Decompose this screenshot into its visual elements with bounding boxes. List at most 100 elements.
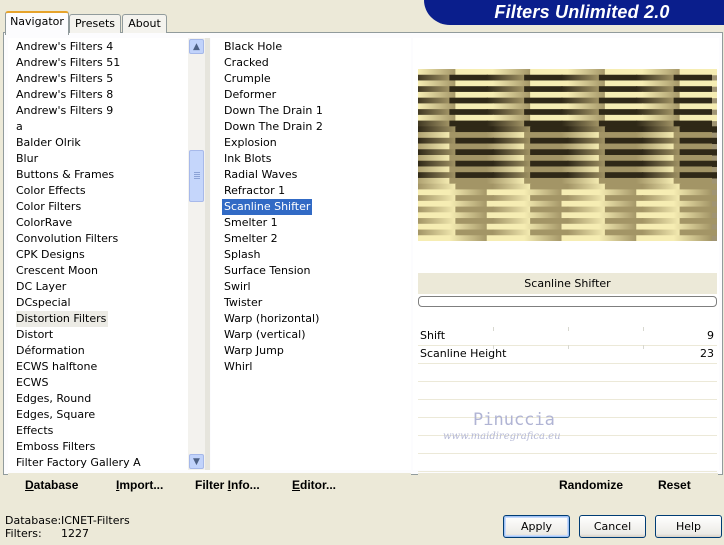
filter-info-button[interactable]: Filter Info... [195,478,260,492]
filter-item[interactable]: Surface Tension [222,263,312,279]
filter-item[interactable]: Twister [222,295,264,311]
filter-list[interactable]: Black Hole Cracked Crumple Deformer Down The… [211,38,411,470]
param-value[interactable]: 9 [707,329,714,342]
preview-tile [492,172,532,179]
apply-button[interactable]: Apply [503,515,570,538]
filter-item[interactable]: Black Hole [222,39,284,55]
param-row-shift[interactable]: Shift 9 [418,327,717,346]
category-item[interactable]: ColorRave [16,215,74,231]
category-item[interactable]: Distort [16,327,55,343]
category-item[interactable]: ECWS halftone [16,359,99,375]
randomize-button[interactable]: Randomize [559,478,623,492]
scroll-down-arrow-icon[interactable]: ▼ [189,454,204,469]
category-item[interactable]: Edges, Square [16,407,97,423]
filter-item[interactable]: Radial Waves [222,167,299,183]
category-item[interactable]: CPK Designs [16,247,87,263]
category-item[interactable]: Distortion Filters [16,311,109,327]
category-item[interactable]: Andrew's Filters 8 [16,87,115,103]
filter-item[interactable]: Warp (vertical) [222,327,308,343]
preview-tile [636,74,675,81]
category-scrollbar[interactable]: ▲ ▼ [188,38,205,470]
filter-item[interactable]: Swirl [222,279,253,295]
tab-about[interactable]: About [122,14,167,33]
preview-tile [449,86,488,93]
category-item[interactable]: Balder Olrik [16,135,83,151]
import-button[interactable]: Import... [116,478,163,492]
category-item[interactable]: Effects [16,423,55,439]
preview-tile [449,155,488,162]
editor-button[interactable]: Editor... [292,478,336,492]
category-item[interactable]: Crescent Moon [16,263,100,279]
cancel-button[interactable]: Cancel [579,515,646,538]
preview-tile [524,177,563,185]
preview-tile [530,80,569,87]
category-item[interactable]: Buttons & Frames [16,167,116,183]
preview-tile [486,74,526,81]
preview-tile [679,91,717,99]
category-item[interactable]: Convolution Filters [16,231,120,247]
category-item[interactable]: Andrew's Filters 4 [16,39,115,55]
preview-tile [604,114,644,122]
preview-pattern [418,69,717,241]
filter-item[interactable]: Warp (horizontal) [222,311,321,327]
preview-tile [449,132,488,139]
category-item[interactable]: ECWS [16,375,51,391]
category-item[interactable]: Emboss Filters [16,439,97,455]
reset-button[interactable]: Reset [658,478,691,492]
help-button[interactable]: Help [655,515,722,538]
preview-tile [598,212,638,219]
filter-item[interactable]: Down The Drain 1 [222,103,325,119]
category-list[interactable]: Andrew's Filters 4 Andrew's Filters 51 And… [8,38,188,470]
filter-item[interactable]: Deformer [222,87,278,103]
scrollbar-thumb[interactable] [189,150,204,202]
preview-tile [486,235,526,241]
category-item[interactable]: DC Layer [16,279,68,295]
filter-item[interactable]: Refractor 1 [222,183,287,199]
watermark-site: www.maidiregrafica.eu [443,431,561,442]
param-row-scanline-height[interactable]: Scanline Height 23 [418,345,717,364]
preview-tile [561,200,600,208]
category-item[interactable]: Filter Factory Gallery A [16,455,143,470]
filter-item[interactable]: Ink Blots [222,151,273,167]
preview-tile [598,177,638,185]
filter-item[interactable]: Scanline Shifter [222,199,313,215]
filter-item[interactable]: Smelter 1 [222,215,280,231]
filter-item[interactable]: Crumple [222,71,273,87]
filter-item[interactable]: Splash [222,247,262,263]
param-row-empty [418,363,717,382]
filter-item[interactable]: Warp Jump [222,343,286,359]
filter-item[interactable]: Down The Drain 2 [222,119,325,135]
preview-tile [418,206,457,213]
category-item[interactable]: Color Effects [16,183,88,199]
filter-item[interactable]: Explosion [222,135,279,151]
preview-tile [418,132,451,139]
category-item[interactable]: Blur [16,151,40,167]
category-item[interactable]: Andrew's Filters 51 [16,55,122,71]
preview-tile [449,189,488,196]
filter-item[interactable]: Cracked [222,55,271,71]
category-item[interactable]: DCspecial [16,295,73,311]
filter-item[interactable]: Whirl [222,359,254,375]
preview-tile [679,126,717,133]
category-item[interactable]: Andrew's Filters 9 [16,103,115,119]
scroll-up-arrow-icon[interactable]: ▲ [189,39,204,54]
label-rest: nfo... [231,478,260,492]
category-item[interactable]: Déformation [16,343,87,359]
preview-tile [524,132,563,139]
preview-tile [486,120,526,127]
category-item[interactable]: a [16,119,25,135]
param-value[interactable]: 23 [700,347,714,360]
database-button[interactable]: Database [25,478,78,492]
category-item[interactable]: Color Filters [16,199,83,215]
category-item[interactable]: Andrew's Filters 5 [16,71,115,87]
tab-presets[interactable]: Presets [69,14,121,33]
category-item[interactable]: Edges, Round [16,391,93,407]
preview-tile [455,126,494,133]
preview-tile [449,74,488,81]
preview-tile [673,120,712,127]
preview-tile [524,155,563,162]
preview-tile [636,235,675,241]
preview-tile [604,80,644,87]
tab-navigator[interactable]: Navigator [5,11,69,35]
filter-item[interactable]: Smelter 2 [222,231,280,247]
